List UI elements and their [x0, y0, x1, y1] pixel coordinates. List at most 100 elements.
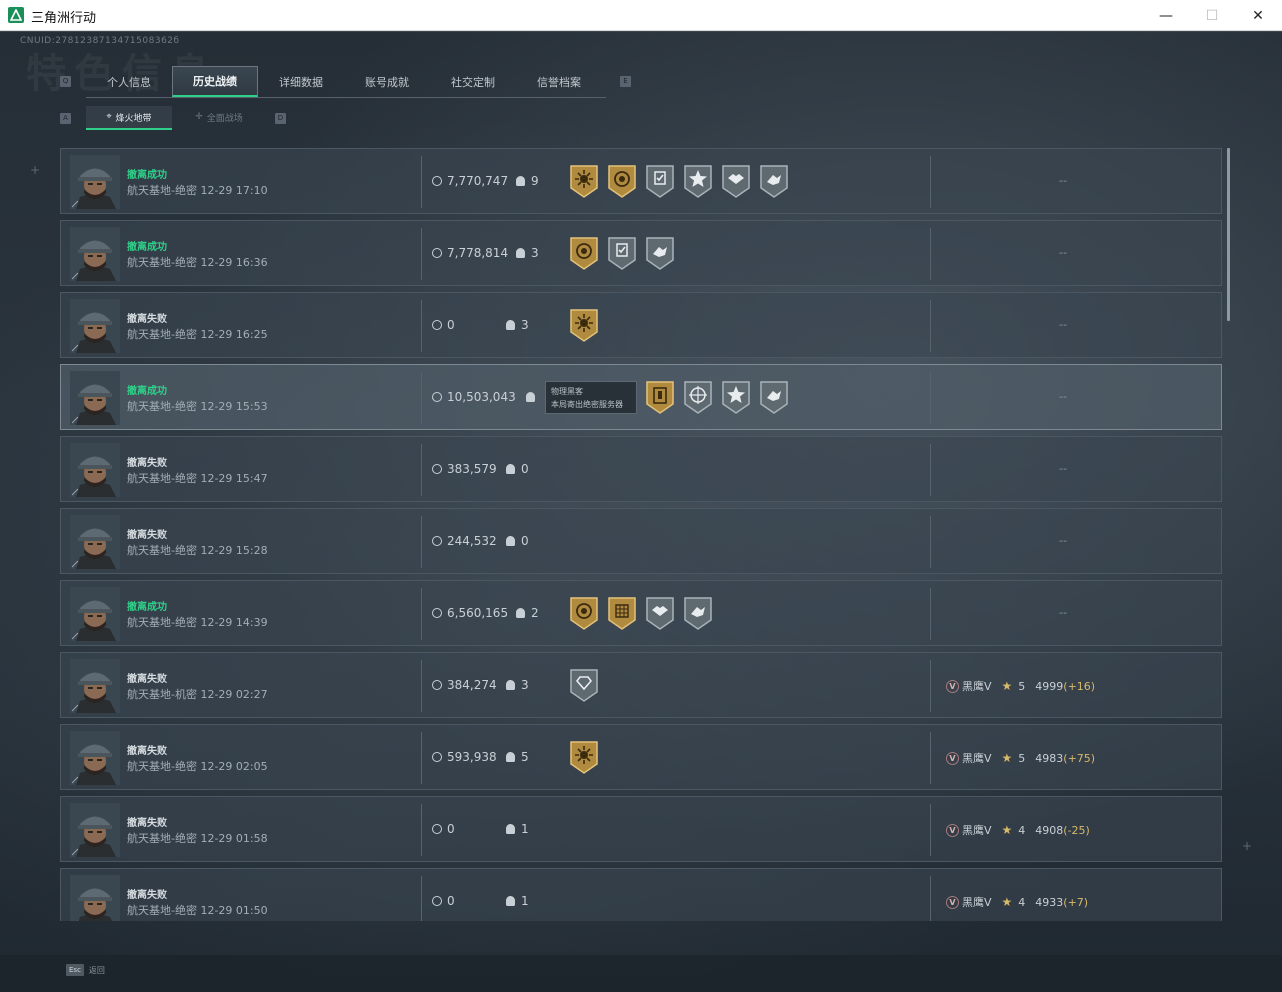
- tab-0[interactable]: 个人信息: [86, 66, 172, 97]
- loot-value: 384,274: [432, 678, 497, 692]
- silver-hands-badge-icon[interactable]: [645, 236, 675, 270]
- gold-sun-badge-icon[interactable]: [569, 308, 599, 342]
- extraction-status: 撤离失败: [127, 314, 167, 325]
- match-row[interactable]: 撤离失败 航天基地-绝密 12-29 02:05 593,938 5 V 黑鹰V ★ 5 498…: [60, 724, 1222, 790]
- rank-score: 4908: [1035, 823, 1064, 837]
- silver-hands-badge-icon[interactable]: [683, 596, 713, 630]
- silver-hands-badge-icon[interactable]: [759, 380, 789, 414]
- silver-shake-badge-icon[interactable]: [721, 164, 751, 198]
- match-row[interactable]: 撤离失败 航天基地-绝密 12-29 15:28 244,532 0 --: [60, 508, 1222, 574]
- skull-icon: [506, 536, 515, 546]
- column-divider: [930, 732, 931, 784]
- window-titlebar: 三角洲行动 — ☐ ✕: [0, 0, 1282, 31]
- match-row[interactable]: 撤离成功 航天基地-绝密 12-29 17:10 7,770,747 9 --: [60, 148, 1222, 214]
- loot-value-text: 7,778,814: [447, 246, 509, 260]
- match-row[interactable]: 撤离失败 航天基地-绝密 12-29 15:47 383,579 0 --: [60, 436, 1222, 502]
- match-row[interactable]: 撤离失败 航天基地-绝密 12-29 01:50 0 1 V 黑鹰V ★ 4 4933 (+7): [60, 868, 1222, 921]
- kill-count-text: 2: [531, 606, 539, 620]
- coin-icon: [432, 392, 442, 402]
- gold-sun-badge-icon[interactable]: [569, 740, 599, 774]
- gold-circle-badge-icon[interactable]: [569, 236, 599, 270]
- rank-emblem-icon: V: [946, 895, 959, 909]
- gold-door-badge-icon[interactable]: [645, 380, 675, 414]
- maximize-button[interactable]: ☐: [1189, 0, 1235, 31]
- silver-check-badge-icon[interactable]: [645, 164, 675, 198]
- column-divider: [421, 516, 422, 568]
- operator-avatar: [70, 731, 120, 785]
- tab-1[interactable]: 历史战绩: [172, 66, 258, 97]
- window-title: 三角洲行动: [31, 11, 97, 26]
- subtab-0[interactable]: ⌖ 烽火地带: [86, 106, 172, 130]
- prev-tab-key[interactable]: Q: [60, 76, 71, 87]
- close-button[interactable]: ✕: [1235, 0, 1281, 31]
- column-divider: [930, 876, 931, 921]
- loot-value: 0: [432, 822, 455, 836]
- rank-placeholder: --: [1059, 534, 1067, 547]
- column-divider: [930, 228, 931, 280]
- map-and-time: 航天基地-机密 12-29 02:27: [127, 688, 268, 701]
- operator-avatar: [70, 227, 120, 281]
- next-tab-key[interactable]: E: [620, 76, 631, 87]
- back-button[interactable]: Esc 返回: [66, 964, 105, 976]
- tab-3[interactable]: 账号成就: [344, 66, 430, 97]
- silver-scope-badge-icon[interactable]: [683, 380, 713, 414]
- tab-4[interactable]: 社交定制: [430, 66, 516, 97]
- match-row[interactable]: 撤离失败 航天基地-绝密 12-29 16:25 0 3 --: [60, 292, 1222, 358]
- silver-hands-badge-icon[interactable]: [759, 164, 789, 198]
- decor-plus: +: [30, 163, 41, 177]
- silver-star-badge-icon[interactable]: [683, 164, 713, 198]
- minimize-button[interactable]: —: [1143, 0, 1189, 31]
- extraction-status: 撤离成功: [127, 602, 167, 613]
- back-label: 返回: [88, 965, 105, 975]
- prev-subtab-key[interactable]: A: [60, 113, 71, 124]
- bottom-bar: [0, 955, 1282, 992]
- loot-value-text: 384,274: [447, 678, 497, 692]
- main-tabs: 个人信息 历史战绩 详细数据 账号成就 社交定制 信誉档案: [86, 66, 606, 98]
- top-border: [0, 31, 1282, 32]
- gold-circle-badge-icon[interactable]: [607, 164, 637, 198]
- loot-value: 7,778,814: [432, 246, 508, 260]
- match-row[interactable]: 撤离成功 航天基地-绝密 12-29 14:39 6,560,165 2 --: [60, 580, 1222, 646]
- silver-gem-badge-icon[interactable]: [569, 668, 599, 702]
- list-scrollbar[interactable]: [1227, 148, 1230, 321]
- column-divider: [421, 228, 422, 280]
- operator-avatar: [70, 443, 120, 497]
- game-view: 特色信息 CNUID:2781238713471508362б Q 个人信息 历史…: [0, 31, 1282, 992]
- map-and-time: 航天基地-绝密 12-29 02:05: [127, 760, 268, 773]
- tab-5[interactable]: 信誉档案: [516, 66, 602, 97]
- gold-sun-badge-icon[interactable]: [569, 164, 599, 198]
- match-row[interactable]: 撤离失败 航天基地-绝密 12-29 01:58 0 1 V 黑鹰V ★ 4 4908 (-25): [60, 796, 1222, 862]
- rank-info: V 黑鹰V ★ 5 4999 (+16): [946, 678, 1095, 694]
- kill-count-text: 3: [521, 678, 529, 692]
- match-row[interactable]: 撤离成功 航天基地-绝密 12-29 15:53 10,503,043 物理黑客 本局寄…: [60, 364, 1222, 430]
- kill-count-text: 5: [521, 750, 529, 764]
- gold-circle-badge-icon[interactable]: [569, 596, 599, 630]
- rank-name: 黑鹰V: [962, 752, 992, 765]
- rank-info: V 黑鹰V ★ 4 4908 (-25): [946, 822, 1090, 838]
- silver-shake-badge-icon[interactable]: [645, 596, 675, 630]
- next-subtab-key[interactable]: D: [275, 113, 286, 124]
- match-row[interactable]: 撤离成功 航天基地-绝密 12-29 16:36 7,778,814 3 --: [60, 220, 1222, 286]
- subtab-label: 烽火地带: [115, 113, 152, 124]
- coin-icon: [432, 536, 442, 546]
- kill-count: 9: [516, 174, 539, 188]
- column-divider: [930, 372, 931, 424]
- coin-icon: [432, 752, 442, 762]
- tab-2[interactable]: 详细数据: [258, 66, 344, 97]
- column-divider: [930, 516, 931, 568]
- column-divider: [930, 588, 931, 640]
- subtab-1[interactable]: ✛ 全面战场: [176, 106, 262, 128]
- rank-emblem-icon: V: [946, 823, 959, 837]
- extraction-status: 撤离失败: [127, 458, 167, 469]
- map-and-time: 航天基地-绝密 12-29 15:47: [127, 472, 268, 485]
- kill-count: 2: [516, 606, 539, 620]
- coin-icon: [432, 464, 442, 474]
- column-divider: [930, 444, 931, 496]
- match-row[interactable]: 撤离失败 航天基地-机密 12-29 02:27 384,274 3 V 黑鹰V ★ 5 499…: [60, 652, 1222, 718]
- extraction-status: 撤离失败: [127, 746, 167, 757]
- rank-stars: 5: [1018, 679, 1026, 693]
- silver-star-badge-icon[interactable]: [721, 380, 751, 414]
- silver-check-badge-icon[interactable]: [607, 236, 637, 270]
- loot-value: 383,579: [432, 462, 497, 476]
- gold-grid-badge-icon[interactable]: [607, 596, 637, 630]
